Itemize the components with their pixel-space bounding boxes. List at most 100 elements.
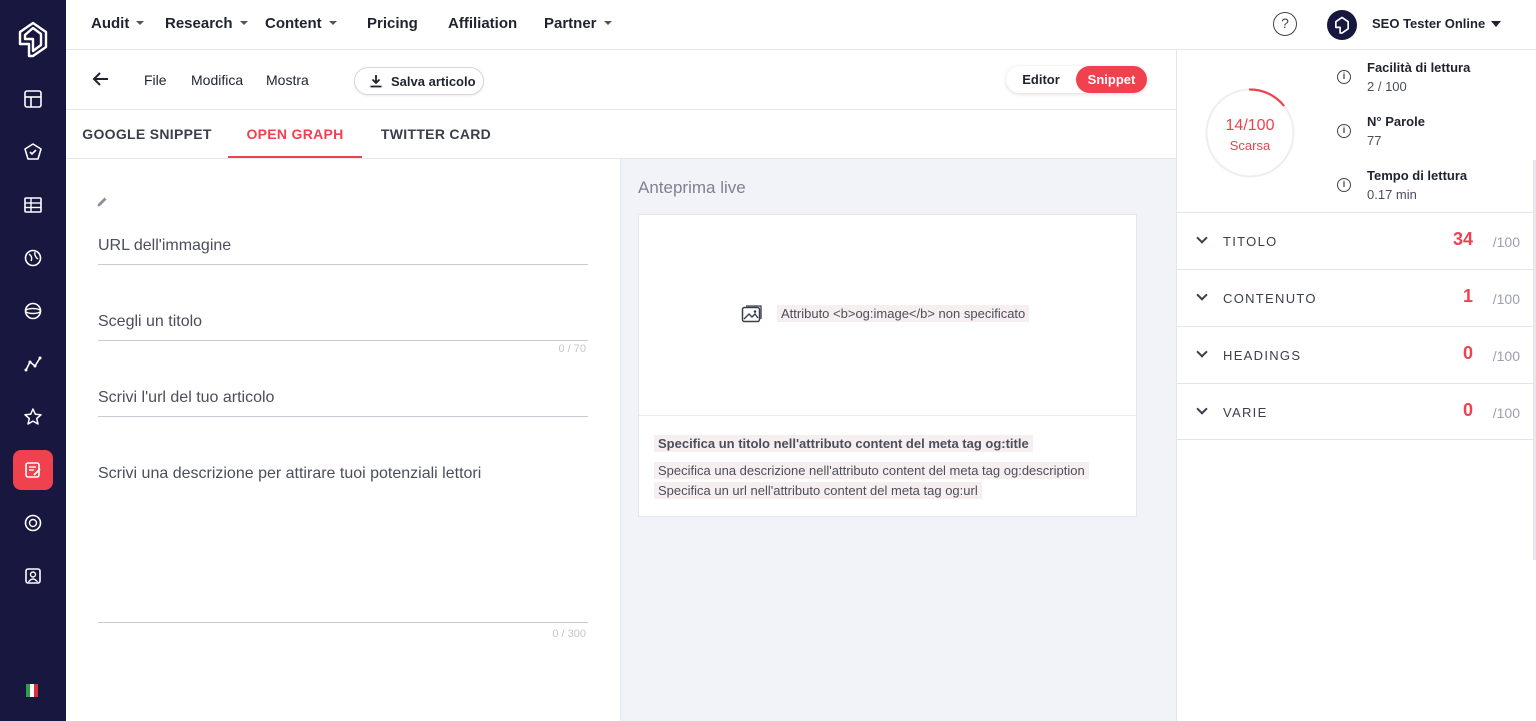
menu-mostra[interactable]: Mostra	[266, 72, 309, 88]
planet-icon[interactable]	[13, 291, 53, 331]
reading-time-label: Tempo di lettura	[1367, 168, 1468, 183]
section-name: CONTENUTO	[1223, 291, 1317, 306]
download-icon	[370, 75, 382, 88]
preview-title: Anteprima live	[638, 178, 746, 197]
account-name: SEO Tester Online	[1372, 16, 1486, 31]
menu-file[interactable]: File	[144, 72, 167, 88]
menu-affiliation-label: Affiliation	[448, 15, 518, 32]
section-contenuto[interactable]: CONTENUTO 1 /100	[1177, 269, 1535, 326]
analytics-icon[interactable]	[13, 344, 53, 384]
audit-icon[interactable]	[13, 132, 53, 172]
menu-affiliation[interactable]: Affiliation	[448, 15, 517, 32]
seo-score-panel: 14/100 Scarsa i Facilità di lettura 2 / …	[1176, 50, 1536, 721]
url-warning: Specifica un url nell'attributo content …	[654, 482, 982, 499]
chevron-down-icon	[328, 21, 337, 26]
readability-label: Facilità di lettura	[1367, 60, 1471, 75]
section-name: TITOLO	[1223, 234, 1278, 249]
image-icon	[741, 304, 763, 329]
pencil-icon[interactable]	[96, 195, 108, 213]
table-icon[interactable]	[13, 185, 53, 225]
title-warning: Specifica un titolo nell'attributo conte…	[654, 435, 1033, 452]
section-titolo[interactable]: TITOLO 34 /100	[1177, 212, 1535, 269]
score-value: 14/100	[1225, 117, 1275, 134]
star-icon[interactable]	[13, 397, 53, 437]
score-arc	[1248, 88, 1285, 107]
menu-modifica[interactable]: Modifica	[191, 72, 243, 88]
word-count-value: 77	[1367, 133, 1382, 148]
description-field[interactable]: Scrivi una descrizione per attirare tuoi…	[98, 465, 588, 623]
open-graph-form: URL dell'immagine Scegli un titolo 0 / 7…	[66, 159, 620, 721]
account-menu[interactable]: SEO Tester Online	[1372, 16, 1502, 31]
menu-content-label: Content	[265, 15, 322, 32]
italian-flag-icon[interactable]	[26, 684, 38, 697]
globe-icon[interactable]	[13, 238, 53, 278]
section-score: 0	[1462, 400, 1473, 420]
save-article-button[interactable]: Salva articolo	[354, 67, 484, 95]
reading-time-value: 0.17 min	[1367, 187, 1417, 202]
save-article-label: Salva articolo	[391, 73, 476, 89]
title-field[interactable]: Scegli un titolo	[98, 313, 588, 341]
chevron-down-icon	[1196, 232, 1208, 244]
menu-partner-label: Partner	[544, 15, 597, 32]
chevron-down-icon	[603, 21, 612, 26]
tab-open-graph[interactable]: OPEN GRAPH	[228, 110, 362, 158]
info-icon[interactable]: i	[1337, 124, 1351, 138]
title-counter: 0 / 70	[558, 343, 586, 355]
section-varie[interactable]: VARIE 0 /100	[1177, 383, 1535, 440]
help-icon[interactable]: ?	[1273, 12, 1297, 36]
dashboard-icon[interactable]	[13, 79, 53, 119]
mode-toggle: Editor Snippet	[1006, 66, 1147, 93]
image-warning: Attributo <b>og:image</b> non specificat…	[777, 305, 1030, 322]
content-editor-icon[interactable]	[13, 450, 53, 490]
section-max: /100	[1492, 348, 1520, 364]
section-max: /100	[1492, 291, 1520, 307]
score-label: Scarsa	[1229, 138, 1271, 153]
menu-research-label: Research	[165, 15, 233, 32]
info-icon[interactable]: i	[1337, 70, 1351, 84]
live-preview-panel: Anteprima live Attributo <b>og:image</b>…	[620, 159, 1176, 721]
account-icon[interactable]	[13, 556, 53, 596]
menu-research[interactable]: Research	[165, 15, 248, 32]
section-max: /100	[1492, 234, 1520, 250]
word-count-label: N° Parole	[1367, 114, 1425, 129]
menu-partner[interactable]: Partner	[544, 15, 612, 32]
caret-down-icon	[1491, 20, 1502, 27]
chevron-down-icon	[1196, 346, 1208, 358]
chevron-down-icon	[136, 21, 145, 26]
section-name: HEADINGS	[1223, 348, 1302, 363]
section-score: 0	[1462, 343, 1473, 363]
avatar[interactable]	[1327, 10, 1357, 40]
image-url-field[interactable]: URL dell'immagine	[98, 237, 588, 265]
menu-pricing[interactable]: Pricing	[367, 15, 418, 32]
menu-audit-label: Audit	[91, 15, 130, 32]
readability-value: 2 / 100	[1367, 79, 1407, 94]
info-icon[interactable]: i	[1337, 178, 1351, 192]
article-url-field[interactable]: Scrivi l'url del tuo articolo	[98, 389, 588, 417]
snippet-mode-button[interactable]: Snippet	[1076, 66, 1147, 93]
editor-mode-button[interactable]: Editor	[1006, 66, 1076, 93]
editor-toolbar: File Modifica Mostra Salva articolo Edit…	[66, 50, 1176, 110]
sidebar	[0, 0, 66, 721]
back-arrow-icon[interactable]	[92, 70, 110, 93]
tab-google-snippet[interactable]: GOOGLE SNIPPET	[66, 110, 228, 158]
card-image-placeholder: Attributo <b>og:image</b> non specificat…	[639, 215, 1136, 416]
chevron-down-icon	[1196, 289, 1208, 301]
app-logo-icon[interactable]	[16, 20, 50, 58]
description-warning: Specifica una descrizione nell'attributo…	[654, 462, 1089, 479]
chevron-down-icon	[1196, 403, 1208, 415]
tab-twitter-card[interactable]: TWITTER CARD	[362, 110, 510, 158]
section-name: VARIE	[1223, 405, 1268, 420]
menu-content[interactable]: Content	[265, 15, 337, 32]
top-navigation-bar: Audit Research Content Pricing Affiliati…	[66, 0, 1536, 50]
section-score: 34	[1452, 229, 1473, 249]
section-headings[interactable]: HEADINGS 0 /100	[1177, 326, 1535, 383]
snippet-tabs: GOOGLE SNIPPET OPEN GRAPH TWITTER CARD	[66, 110, 1176, 159]
section-max: /100	[1492, 405, 1520, 421]
chevron-down-icon	[239, 21, 248, 26]
menu-audit[interactable]: Audit	[91, 15, 145, 32]
section-score: 1	[1462, 286, 1473, 306]
menu-pricing-label: Pricing	[367, 15, 418, 32]
description-counter: 0 / 300	[552, 628, 586, 640]
open-graph-card: Attributo <b>og:image</b> non specificat…	[638, 214, 1137, 517]
support-icon[interactable]	[13, 503, 53, 543]
